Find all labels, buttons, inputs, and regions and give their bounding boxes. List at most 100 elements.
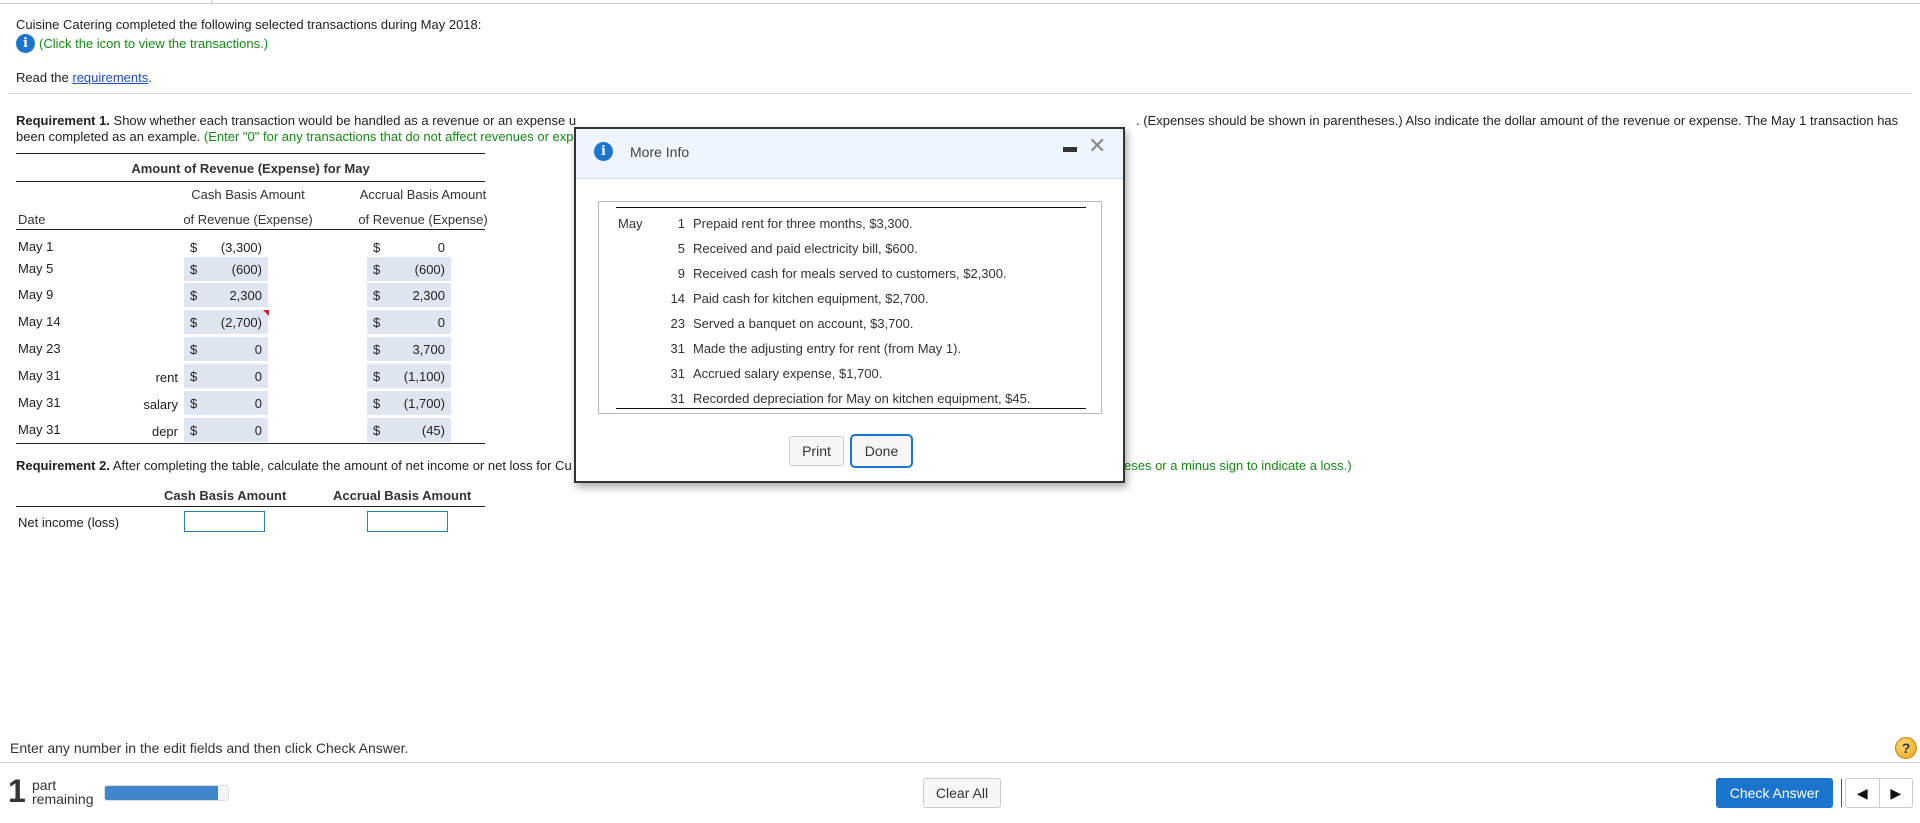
col-date-header: Date	[18, 212, 46, 227]
accrual-amount-value: 0	[437, 239, 445, 255]
parts-remaining-count: 1	[8, 773, 26, 809]
nav-separator	[1841, 779, 1842, 807]
accrual-amount-field: $0	[367, 235, 451, 259]
clear-all-button[interactable]: Clear All	[923, 778, 1001, 808]
requirements-link[interactable]: requirements	[72, 70, 148, 85]
more-info-dialog: i More Info ✕ May 1 Prepaid rent for thre…	[574, 127, 1125, 483]
table-top-rule	[16, 153, 485, 154]
info-icon: i	[594, 142, 613, 161]
minimize-icon[interactable]	[1063, 147, 1077, 152]
table-row: May 31 rent $0 $ (1,100)	[16, 364, 485, 388]
transaction-description: Accrued salary expense, $1,700.	[693, 366, 883, 381]
section-divider	[8, 93, 1912, 94]
error-flag-icon	[263, 310, 269, 316]
footer-divider	[0, 762, 1920, 763]
cash-amount-field[interactable]: $0	[184, 364, 268, 388]
col-cash-header-1: Cash Basis Amount	[191, 187, 305, 202]
net-income-cash-input[interactable]	[184, 511, 265, 532]
table-title-rule	[16, 181, 485, 182]
cash-amount-value: (3,300)	[220, 239, 262, 255]
row-sublabel: salary	[143, 397, 178, 412]
row-date: May 31	[18, 368, 61, 383]
check-answer-button[interactable]: Check Answer	[1716, 778, 1833, 808]
currency-symbol: $	[373, 314, 381, 330]
accrual-amount-value: (1,700)	[403, 395, 445, 411]
info-icon[interactable]: i	[16, 34, 35, 53]
accrual-amount-field[interactable]: $2,300	[367, 283, 451, 307]
row-date: May 1	[18, 239, 54, 254]
cash-amount-field[interactable]: $0	[184, 418, 268, 442]
top-divider	[0, 3, 1920, 4]
accrual-amount-field[interactable]: $3,700	[367, 337, 451, 361]
requirement-1-text-end: . (Expenses should be shown in parenthes…	[1136, 113, 1899, 128]
requirement-1-line2: been completed as an example.	[16, 129, 204, 144]
transaction-description: Paid cash for kitchen equipment, $2,700.	[693, 291, 929, 306]
accrual-amount-value: (1,100)	[403, 368, 445, 384]
cash-amount-value: 0	[254, 395, 262, 411]
table-row: May 5 $ (600) $ (600)	[16, 257, 485, 281]
parts-label-line1: part	[32, 777, 57, 793]
cash-amount-field[interactable]: $0	[184, 391, 268, 415]
transactions-top-rule	[616, 207, 1086, 208]
parts-remaining-label: part remaining	[32, 778, 93, 806]
transaction-day: 14	[670, 291, 685, 306]
read-suffix: .	[148, 70, 152, 85]
transaction-day: 31	[670, 341, 685, 356]
help-icon[interactable]: ?	[1895, 737, 1917, 759]
col-accrual-header-2: of Revenue (Expense)	[358, 212, 488, 227]
table-row: May 14 $ (2,700) $0	[16, 310, 485, 334]
cash-amount-field[interactable]: $ (2,700)	[184, 310, 269, 334]
currency-symbol: $	[373, 261, 381, 277]
requirement-1-hint: (Enter "0" for any transactions that do …	[203, 129, 574, 144]
accrual-amount-field[interactable]: $ (1,700)	[367, 391, 451, 415]
transactions-info-row: i (Click the icon to view the transactio…	[16, 34, 268, 53]
cash-amount-value: (2,700)	[220, 314, 262, 330]
transaction-day: 1	[677, 216, 685, 231]
net-income-accrual-input[interactable]	[367, 511, 448, 532]
print-button[interactable]: Print	[789, 436, 844, 466]
ni-col-accrual: Accrual Basis Amount	[333, 488, 472, 503]
transaction-description: Served a banquet on account, $3,700.	[693, 316, 914, 331]
cash-amount-field[interactable]: $0	[184, 337, 268, 361]
table-row: May 1 $ (3,300) $0	[16, 235, 485, 259]
ni-col-cash: Cash Basis Amount	[164, 488, 287, 503]
close-icon[interactable]: ✕	[1088, 134, 1106, 158]
row-date: May 31	[18, 422, 61, 437]
top-divider-tick	[211, 0, 212, 3]
row-date: May 23	[18, 341, 61, 356]
currency-symbol: $	[373, 368, 381, 384]
table-row: May 23 $0 $3,700	[16, 337, 485, 361]
accrual-amount-field[interactable]: $0	[367, 310, 451, 334]
accrual-amount-field[interactable]: $ (45)	[367, 418, 451, 442]
currency-symbol: $	[190, 239, 198, 255]
read-requirements: Read the requirements.	[16, 70, 152, 85]
table-row: May 9 $2,300 $2,300	[16, 283, 485, 307]
transaction-day: 5	[677, 241, 685, 256]
info-hint: (Click the icon to view the transactions…	[39, 36, 269, 51]
accrual-amount-field[interactable]: $ (600)	[367, 257, 451, 281]
cash-amount-field[interactable]: $ (600)	[184, 257, 268, 281]
currency-symbol: $	[373, 287, 381, 303]
read-prefix: Read the	[16, 70, 73, 85]
row-sublabel: rent	[155, 370, 178, 385]
instruction-message: Enter any number in the edit fields and …	[10, 740, 409, 756]
previous-question-icon[interactable]: ◀	[1846, 779, 1880, 807]
transaction-description: Prepaid rent for three months, $3,300.	[693, 216, 913, 231]
transaction-day: 31	[670, 391, 685, 406]
done-button[interactable]: Done	[850, 434, 913, 468]
transaction-day: 9	[677, 266, 685, 281]
cash-amount-field[interactable]: $2,300	[184, 283, 268, 307]
accrual-amount-field[interactable]: $ (1,100)	[367, 364, 451, 388]
col-cash-header-2: of Revenue (Expense)	[183, 212, 313, 227]
next-question-icon[interactable]: ▶	[1880, 779, 1913, 807]
accrual-amount-value: 3,700	[412, 341, 445, 357]
currency-symbol: $	[190, 287, 198, 303]
transaction-day: 31	[670, 366, 685, 381]
ni-row-label: Net income (loss)	[18, 515, 120, 530]
row-date: May 31	[18, 395, 61, 410]
transactions-bottom-rule	[616, 408, 1086, 409]
accrual-amount-value: 0	[437, 314, 445, 330]
transaction-description: Made the adjusting entry for rent (from …	[693, 341, 962, 356]
currency-symbol: $	[373, 395, 381, 411]
transaction-description: Received and paid electricity bill, $600…	[693, 241, 918, 256]
